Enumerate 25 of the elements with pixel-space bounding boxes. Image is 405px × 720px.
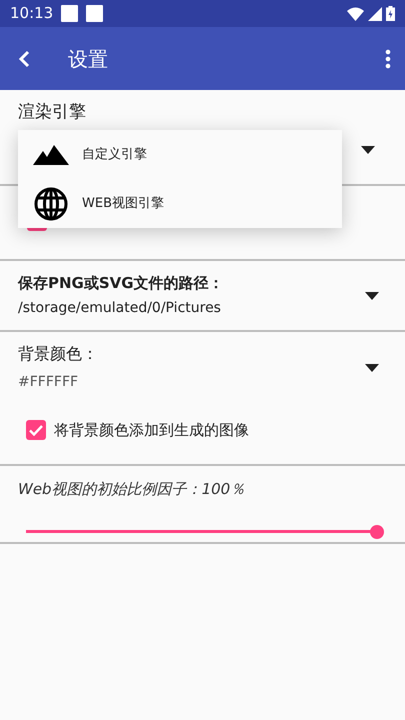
setting-value: /storage/emulated/0/Pictures <box>18 298 222 318</box>
checkbox-label[interactable]: 将背景颜色添加到生成的图像 <box>54 419 249 442</box>
menu-item[interactable]: 自定义引擎 <box>18 130 342 179</box>
menu-item[interactable]: WEB视图引擎 <box>18 179 342 228</box>
section-title: 渲染引擎 <box>18 101 87 124</box>
screen-title: 设置 <box>68 46 108 72</box>
setting-title: 保存PNG或SVG文件的路径： <box>18 273 224 294</box>
notification-icon <box>86 5 104 22</box>
dropdown-arrow-icon[interactable] <box>365 292 379 300</box>
checkbox[interactable] <box>26 420 46 440</box>
back-icon[interactable] <box>18 50 30 68</box>
setting-value: #FFFFFF <box>18 373 80 392</box>
globe-icon <box>34 186 68 220</box>
slider-thumb[interactable] <box>370 524 384 538</box>
mountain-icon <box>33 144 69 164</box>
battery-icon <box>386 6 395 21</box>
dropdown-arrow-icon[interactable] <box>365 364 379 372</box>
wifi-icon <box>347 6 364 20</box>
signal-icon <box>368 6 382 20</box>
status-time: 10:13 <box>10 3 54 24</box>
dropdown-arrow-icon[interactable] <box>361 146 375 154</box>
more-options-icon[interactable] <box>385 48 391 68</box>
setting-title: Web视图的初始比例因子：100％ <box>18 479 246 500</box>
notification-icon <box>61 5 78 22</box>
setting-title: 背景颜色： <box>18 343 98 365</box>
